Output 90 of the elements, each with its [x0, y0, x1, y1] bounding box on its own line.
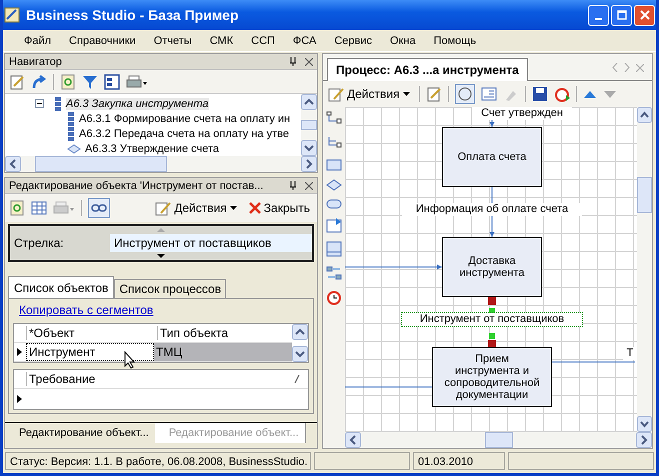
column-header[interactable]: *Объект — [26, 326, 157, 340]
copy-link[interactable]: Копировать с сегментов — [13, 303, 154, 317]
app-icon — [4, 7, 20, 23]
arrow-label[interactable]: Счет утвержден — [472, 107, 572, 120]
close-icon[interactable] — [305, 182, 313, 190]
window-icon[interactable] — [104, 74, 120, 90]
table-icon[interactable] — [31, 200, 47, 216]
printer-icon[interactable] — [126, 74, 148, 90]
vertical-scrollbar[interactable] — [637, 107, 652, 432]
swap-icon[interactable] — [326, 265, 342, 281]
tab[interactable]: Список объектов — [8, 276, 114, 298]
horizontal-scrollbar[interactable] — [5, 156, 317, 172]
process-node[interactable]: Оплата счета — [442, 127, 542, 187]
text-icon[interactable] — [480, 86, 497, 102]
scroll-thumb[interactable] — [484, 432, 512, 448]
collapse-icon[interactable] — [35, 99, 44, 108]
vertical-scrollbar[interactable] — [292, 324, 308, 362]
link-icon[interactable] — [88, 198, 110, 218]
window-title: Business Studio - База Пример — [26, 7, 240, 23]
menu-item[interactable]: Помощь — [424, 34, 486, 46]
process-node[interactable]: Доставка инструмента — [442, 237, 542, 297]
maximize-icon — [616, 10, 626, 20]
tree-item[interactable]: А6.3.1 Формирование счета на оплату ин — [79, 112, 290, 124]
caret-icon — [230, 206, 237, 210]
scroll-left-icon[interactable] — [345, 432, 361, 448]
horizontal-scrollbar[interactable] — [345, 432, 652, 448]
close-icon[interactable] — [305, 58, 313, 66]
arrow-label[interactable]: Т — [623, 347, 637, 360]
arrow-label[interactable]: Информация об оплате счета — [402, 203, 582, 216]
minimize-icon — [595, 18, 602, 20]
frame-icon[interactable] — [326, 241, 342, 257]
pin-icon[interactable] — [289, 57, 297, 66]
scroll-left-icon[interactable] — [5, 156, 21, 172]
menu-item[interactable]: Отчеты — [144, 34, 201, 46]
diamond-icon[interactable] — [326, 179, 342, 191]
close-icon — [248, 202, 261, 214]
tree-item[interactable]: А6.3.3 Утверждение счета — [85, 142, 220, 154]
menu-item[interactable]: ФСА — [284, 34, 326, 46]
tree-item[interactable]: А6.3.2 Передача счета на оплату на утве — [79, 128, 289, 140]
diagram-canvas[interactable]: Счет утвержден Оплата счета Информация об оплате счета Доставка инструмента Инструмент от поставщиков Т Прием инструмента и сопроводительной документации — [345, 107, 637, 432]
close-button[interactable]: Закрыть — [246, 201, 313, 215]
alarm-clock-icon[interactable] — [326, 289, 342, 305]
scroll-up-icon[interactable] — [637, 107, 652, 123]
menu-item[interactable]: Справочники — [60, 34, 145, 46]
field-label: Стрелка: — [13, 236, 65, 250]
scroll-thumb[interactable] — [301, 120, 317, 130]
scroll-right-icon[interactable] — [301, 156, 317, 172]
rectangle-icon[interactable] — [326, 159, 342, 171]
scroll-thumb[interactable] — [637, 176, 652, 212]
menu-item[interactable]: ССП — [242, 34, 284, 46]
edit-icon — [155, 200, 172, 216]
close-icon — [640, 10, 650, 20]
input-field[interactable]: Инструмент от поставщиков — [110, 234, 312, 252]
scroll-right-icon[interactable] — [636, 432, 652, 448]
vertical-scrollbar[interactable] — [301, 94, 317, 156]
table-cell[interactable]: ТМЦ — [154, 343, 292, 361]
save-icon[interactable] — [532, 86, 548, 102]
caret-icon — [402, 92, 410, 96]
arrow-label[interactable]: Инструмент от поставщиков — [402, 313, 582, 326]
panel-title: Редактирование объекта 'Инструмент от постав... — [9, 180, 264, 192]
status-date: 01.03.2010 — [413, 452, 505, 470]
scroll-up-icon[interactable] — [301, 94, 317, 110]
text-box-icon[interactable] — [326, 217, 342, 233]
edit-icon — [328, 86, 344, 102]
process-node[interactable]: Прием инструмента и сопроводительной документации — [432, 347, 552, 407]
edit-icon[interactable] — [426, 86, 442, 102]
filter-icon[interactable] — [82, 74, 98, 90]
panel-title: Навигатор — [9, 56, 63, 68]
actions-button[interactable]: Действия — [325, 86, 413, 102]
status-text: Статус: Версия: 1.1. В работе, 06.08.2008, BusinessStudio. — [5, 452, 311, 470]
menu-item[interactable]: Файл — [15, 34, 60, 46]
tab[interactable]: Список процессов — [114, 279, 226, 298]
menu-item[interactable]: СМК — [200, 34, 242, 46]
menu-item[interactable]: Сервис — [325, 34, 381, 46]
document-tab[interactable]: Процесс: А6.3 ...а инструмента — [327, 58, 528, 81]
edit-icon[interactable] — [9, 74, 25, 90]
scroll-down-icon[interactable] — [157, 254, 165, 258]
close-button[interactable] — [634, 4, 655, 26]
process-icon — [54, 96, 62, 110]
tree-item[interactable]: А6.3 Закупка инструмента — [66, 98, 209, 110]
pencil-icon — [294, 375, 300, 383]
actions-button[interactable]: Действия — [152, 200, 240, 216]
redo-icon[interactable] — [31, 74, 47, 90]
scroll-thumb[interactable] — [35, 156, 167, 172]
scroll-up-icon[interactable] — [292, 324, 308, 340]
menu-item[interactable]: Окна — [381, 34, 425, 46]
diamond-icon — [67, 144, 81, 154]
pin-icon[interactable] — [289, 181, 297, 190]
maximize-button[interactable] — [611, 4, 632, 26]
minimize-button[interactable] — [588, 4, 609, 26]
